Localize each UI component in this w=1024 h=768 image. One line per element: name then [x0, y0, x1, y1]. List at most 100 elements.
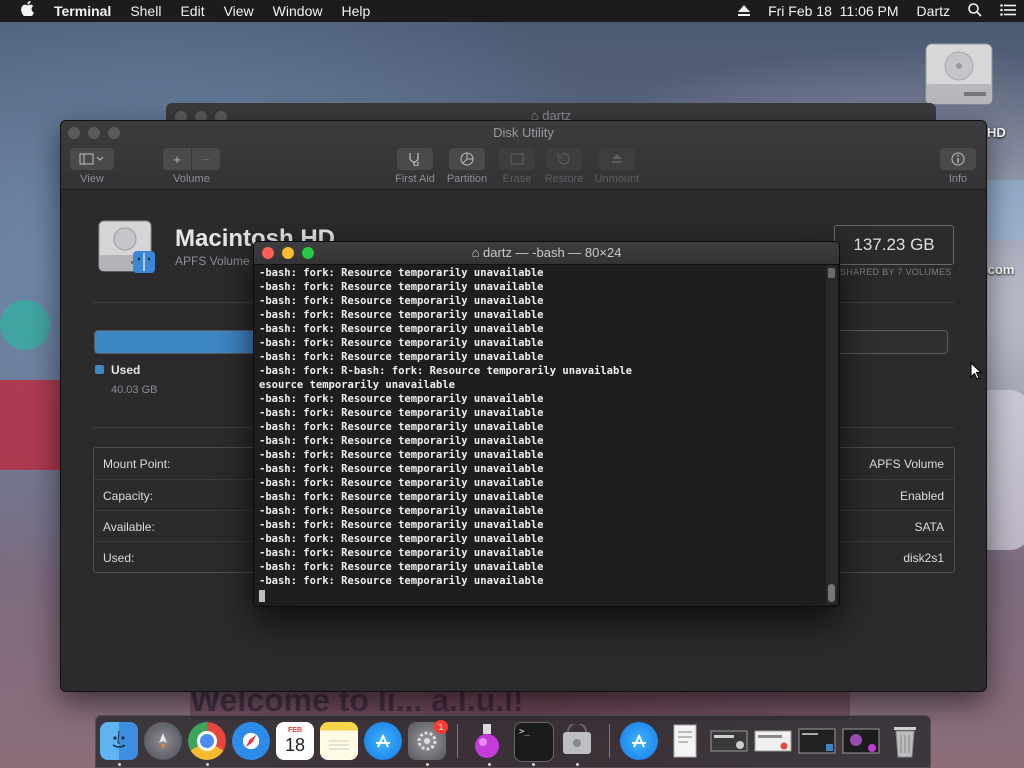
dock-separator	[457, 724, 458, 758]
menu-help[interactable]: Help	[341, 3, 370, 19]
terminal-line: -bash: fork: R-bash: fork: Resource temp…	[259, 365, 632, 377]
volume-label: Volume	[173, 173, 210, 185]
text-cursor	[259, 590, 265, 602]
info-icon	[951, 152, 965, 166]
first-aid-button[interactable]	[397, 148, 433, 170]
menu-shell[interactable]: Shell	[130, 3, 161, 19]
calendar-month: FEB	[288, 727, 302, 734]
terminal-line: -bash: fork: Resource temporarily unavai…	[259, 519, 544, 531]
trash-icon[interactable]	[886, 722, 924, 760]
terminal-line: -bash: fork: Resource temporarily unavai…	[259, 575, 544, 587]
used-legend-value: 40.03 GB	[111, 384, 158, 396]
terminal-line: -bash: fork: Resource temporarily unavai…	[259, 477, 544, 489]
terminal-scrollbar[interactable]	[826, 266, 837, 604]
restore-button[interactable]	[546, 148, 582, 170]
erase-icon	[510, 153, 524, 165]
info-label: Info	[948, 173, 968, 185]
terminal-line: -bash: fork: Resource temporarily unavai…	[259, 281, 544, 293]
screenshot-thumbnail-icon[interactable]	[710, 722, 748, 760]
remove-volume-button[interactable]: −	[192, 148, 220, 170]
terminal-line: -bash: fork: Resource temporarily unavai…	[259, 435, 544, 447]
terminal-line: -bash: fork: Resource temporarily unavai…	[259, 337, 544, 349]
hard-drive-icon	[97, 217, 155, 273]
terminal-titlebar[interactable]: ⌂ dartz — -bash — 80×24	[254, 242, 839, 265]
sidebar-icon	[79, 153, 104, 165]
chrome-icon[interactable]	[188, 722, 226, 760]
window-title: Disk Utility	[493, 125, 554, 140]
finder-icon[interactable]	[100, 722, 138, 760]
terminal-title: ⌂ dartz — -bash — 80×24	[471, 245, 622, 260]
running-indicator	[532, 763, 535, 766]
terminal-line: -bash: fork: Resource temporarily unavai…	[259, 309, 544, 321]
app-store-icon[interactable]	[620, 722, 658, 760]
notification-center-icon[interactable]	[1000, 3, 1016, 19]
safari-icon[interactable]	[232, 722, 270, 760]
first-aid-label: First Aid	[395, 173, 435, 185]
menu-app-terminal[interactable]: Terminal	[54, 3, 111, 19]
dock: FEB 18 1 >_	[95, 715, 931, 768]
running-indicator	[426, 763, 429, 766]
info-button[interactable]	[940, 148, 976, 170]
terminal-line: -bash: fork: Resource temporarily unavai…	[259, 323, 544, 335]
menubar-clock[interactable]: Fri Feb 18 11:06 PM	[768, 3, 898, 19]
terminal-line: -bash: fork: Resource temporarily unavai…	[259, 421, 544, 433]
screenshot-thumbnail-icon[interactable]	[754, 722, 792, 760]
launchpad-icon[interactable]	[144, 722, 182, 760]
stethoscope-icon	[409, 153, 419, 166]
restore-label: Restore	[544, 173, 584, 185]
used-legend-swatch	[95, 365, 104, 374]
view-button[interactable]	[70, 148, 114, 170]
terminal-line: -bash: fork: Resource temporarily unavai…	[259, 561, 544, 573]
terminal-line: -bash: fork: Resource temporarily unavai…	[259, 449, 544, 461]
volume-type: APFS Volume	[175, 254, 250, 268]
running-indicator	[576, 763, 579, 766]
menu-edit[interactable]: Edit	[180, 3, 204, 19]
terminal-line: -bash: fork: Resource temporarily unavai…	[259, 267, 544, 279]
running-indicator	[206, 763, 209, 766]
pie-chart-icon	[460, 152, 474, 166]
home-icon: ⌂	[471, 245, 480, 260]
app-store-icon[interactable]	[364, 722, 402, 760]
terminal-line: -bash: fork: Resource temporarily unavai…	[259, 351, 544, 363]
terminal-icon[interactable]: >_	[514, 722, 554, 762]
notification-badge: 1	[434, 720, 448, 734]
potion-app-icon[interactable]	[468, 722, 506, 760]
unmount-button[interactable]	[599, 148, 635, 170]
scrollbar-thumb[interactable]	[828, 584, 835, 602]
erase-button[interactable]	[499, 148, 535, 170]
running-indicator	[488, 763, 491, 766]
dock-separator	[609, 724, 610, 758]
restore-icon	[557, 153, 570, 165]
partition-button[interactable]	[449, 148, 485, 170]
desktop-hard-drive-icon[interactable]	[924, 34, 994, 108]
shared-volumes-note: SHARED BY 7 VOLUMES	[840, 267, 952, 277]
terminal-line: -bash: fork: Resource temporarily unavai…	[259, 533, 544, 545]
running-indicator	[118, 763, 121, 766]
scrollbar-cap	[828, 268, 835, 278]
mouse-pointer-icon	[970, 361, 983, 385]
unmount-icon	[612, 154, 622, 163]
eject-icon[interactable]	[738, 3, 751, 19]
terminal-output[interactable]: -bash: fork: Resource temporarily unavai…	[259, 266, 823, 606]
menubar-user[interactable]: Dartz	[917, 3, 950, 19]
notes-icon[interactable]	[320, 722, 358, 760]
desktop-side-text: .com	[984, 262, 1015, 277]
menu-view[interactable]: View	[224, 3, 254, 19]
partition-label: Partition	[446, 173, 488, 185]
terminal-line: -bash: fork: Resource temporarily unavai…	[259, 463, 544, 475]
terminal-window[interactable]: ⌂ dartz — -bash — 80×24 -bash: fork: Res…	[253, 241, 840, 607]
disk-utility-icon[interactable]	[558, 722, 596, 760]
apple-menu-icon[interactable]	[20, 0, 34, 21]
wallpaper-shape	[0, 300, 50, 350]
screenshot-thumbnail-icon[interactable]	[798, 722, 836, 760]
terminal-line: -bash: fork: Resource temporarily unavai…	[259, 407, 544, 419]
screenshot-thumbnail-icon[interactable]	[842, 722, 880, 760]
add-volume-button[interactable]: +	[163, 148, 191, 170]
calendar-icon[interactable]: FEB 18	[276, 722, 314, 760]
menu-window[interactable]: Window	[273, 3, 323, 19]
document-icon[interactable]	[666, 722, 704, 760]
terminal-line: esource temporarily unavailable	[259, 379, 455, 391]
volume-size: 137.23 GB	[834, 225, 954, 265]
unmount-label: Unmount	[594, 173, 640, 185]
spotlight-search-icon[interactable]	[968, 2, 982, 20]
